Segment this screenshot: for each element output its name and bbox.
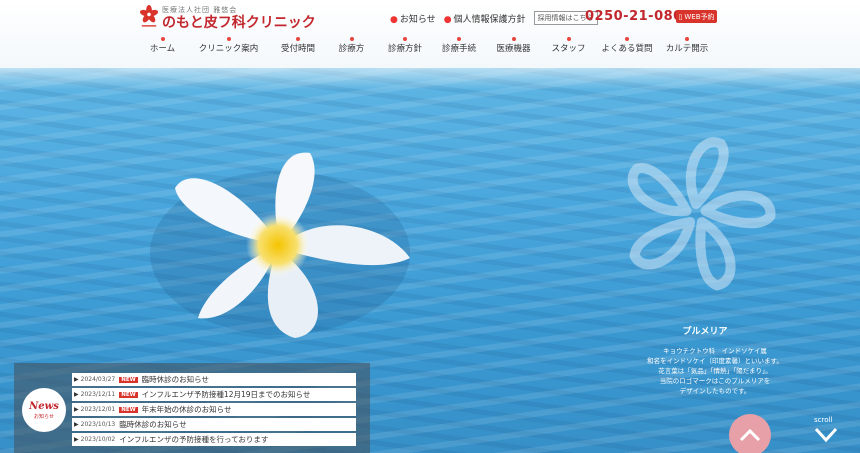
main-nav: ホーム クリニック案内 受付時間 診療方 診療方針 診療手続 医療機器 スタッフ… [140,37,717,54]
top-link-news[interactable]: ● お知らせ [390,12,436,25]
new-badge: NEW [119,391,138,398]
news-title: 臨時休診のお知らせ [119,420,187,429]
plumeria-logo-icon [140,5,158,27]
news-title: 臨時休診のお知らせ [141,375,210,384]
news-title: インフルエンザ予防接種12月19日までのお知らせ [141,390,311,399]
new-badge: NEW [119,376,138,383]
plumeria-description: キョウチクトウ科 インドソケイ属 和名をインドソケイ（印度素馨）といいます。 花… [647,347,783,396]
page-top-button[interactable] [729,414,771,453]
nav-equipment[interactable]: 医療機器 [487,37,540,54]
top-link-privacy[interactable]: ● 個人情報保護方針 [444,12,526,25]
arrow-right-icon: ▶ [74,391,79,398]
news-title: インフルエンザの予防接種を行っております [119,435,269,444]
bullet-icon: ● [390,14,398,25]
nav-records[interactable]: カルテ開示 [657,37,717,54]
news-item[interactable]: ▶ 2023/10/13 臨時休診のお知らせ [72,418,356,431]
news-badge: News お知らせ [22,388,66,432]
nav-clinic[interactable]: クリニック案内 [185,37,272,54]
clinic-name: のもと皮フ科クリニック [162,14,316,31]
nav-faq[interactable]: よくある質問 [597,37,657,54]
news-item[interactable]: ▶ 2023/10/02 インフルエンザの予防接種を行っております [72,433,356,446]
arrow-right-icon: ▶ [74,436,79,443]
nav-home[interactable]: ホーム [140,37,185,54]
phone-icon: ▯ [678,12,683,21]
arrow-right-icon: ▶ [74,421,79,428]
clinic-logo[interactable]: 医療法人社団 雅悠会 のもと皮フ科クリニック [140,5,316,31]
web-reservation-button[interactable]: ▯ WEB予約 [676,10,717,23]
news-list: ▶ 2024/03/27 NEW 臨時休診のお知らせ ▶ 2023/12/11 … [72,373,356,448]
nav-treatment[interactable]: 診療方 [324,37,379,54]
plumeria-title: プルメリア [682,327,728,337]
logo-subtitle: 医療法人社団 雅悠会 [162,5,238,14]
scroll-label: scroll [814,416,833,424]
arrow-right-icon: ▶ [74,376,79,383]
news-item[interactable]: ▶ 2024/03/27 NEW 臨時休診のお知らせ [72,373,356,386]
news-item[interactable]: ▶ 2023/12/11 NEW インフルエンザ予防接種12月19日までのお知ら… [72,388,356,401]
plumeria-outline-logo-icon [627,137,776,291]
site-header: 医療法人社団 雅悠会 のもと皮フ科クリニック ● お知らせ ● 個人情報保護方針 採… [0,0,860,68]
nav-procedure[interactable]: 診療手続 [431,37,487,54]
top-links: ● お知らせ ● 個人情報保護方針 採用情報はこちら [390,11,598,25]
hero-glow [0,68,860,90]
bullet-icon: ● [443,14,452,25]
news-item[interactable]: ▶ 2023/12/01 NEW 年末年始の休診のお知らせ [72,403,356,416]
chevron-up-icon [739,428,761,442]
nav-hours[interactable]: 受付時間 [272,37,324,54]
new-badge: NEW [119,406,138,413]
nav-staff[interactable]: スタッフ [540,37,597,54]
arrow-right-icon: ▶ [74,406,79,413]
plumeria-flower-image [150,152,410,338]
news-title: 年末年始の休診のお知らせ [141,405,232,414]
chevron-down-icon[interactable] [813,425,839,445]
nav-policy[interactable]: 診療方針 [379,37,431,54]
